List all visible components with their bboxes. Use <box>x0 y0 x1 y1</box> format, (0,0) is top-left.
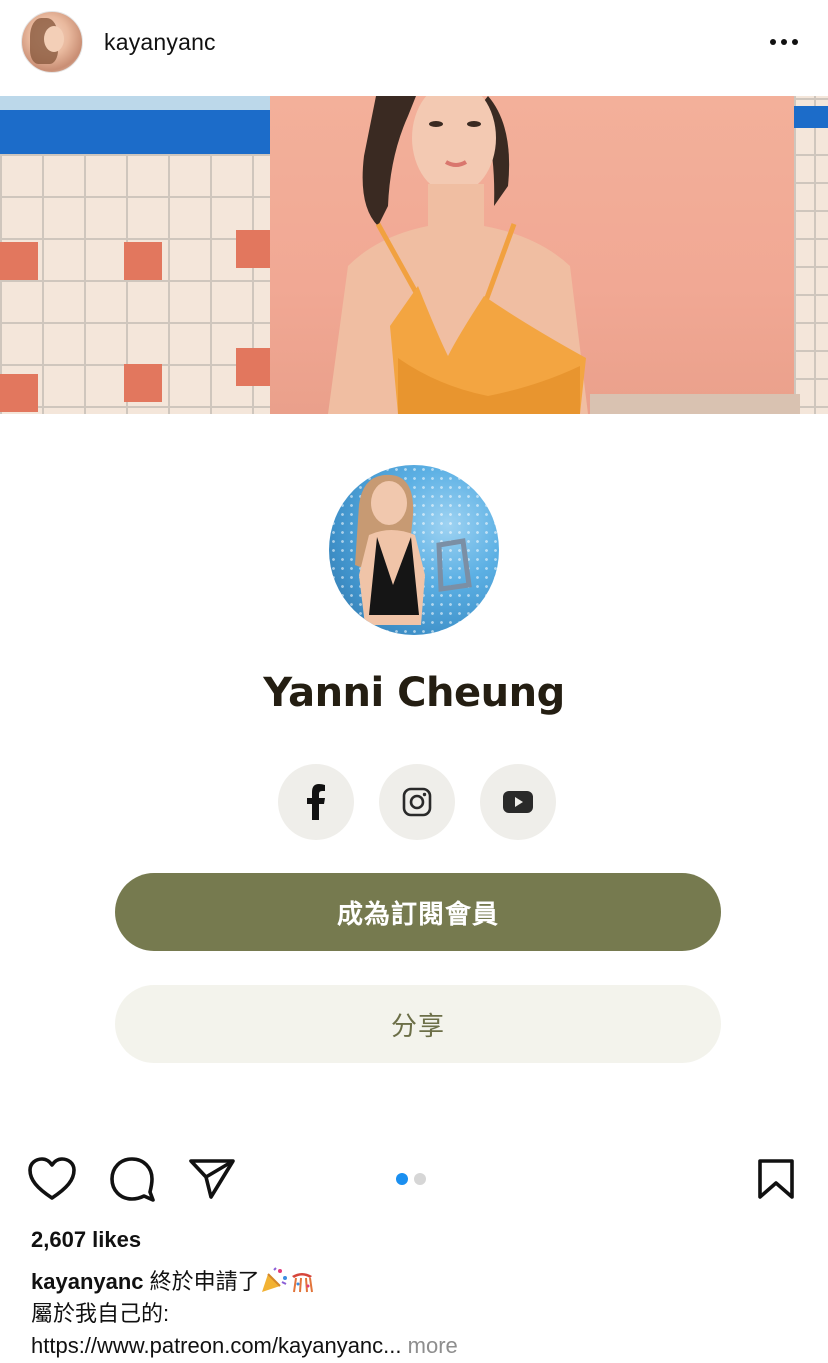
carousel-dot <box>414 1173 426 1185</box>
facebook-button[interactable] <box>278 764 354 840</box>
instagram-button[interactable] <box>379 764 455 840</box>
creator-profile-photo <box>329 465 499 635</box>
youtube-button[interactable] <box>480 764 556 840</box>
youtube-icon <box>503 791 533 813</box>
confetti-ball-emoji <box>291 1273 313 1293</box>
comment-icon[interactable] <box>108 1155 156 1203</box>
post-media[interactable]: Yanni Cheung 成為訂閱會員 分享 <box>0 96 828 1131</box>
carousel-dot-active <box>396 1173 408 1185</box>
more-horizontal-icon[interactable] <box>764 32 804 52</box>
party-popper-emoji <box>261 1267 287 1292</box>
carousel-indicator <box>396 1173 426 1185</box>
caption-line-1: 終於申請了 <box>149 1269 260 1294</box>
heart-icon[interactable] <box>27 1156 77 1202</box>
cover-photo <box>0 96 828 414</box>
send-icon[interactable] <box>188 1157 236 1201</box>
caption-more-link[interactable]: more <box>408 1333 458 1358</box>
facebook-icon <box>307 784 325 820</box>
likes-count[interactable]: 2,607 likes <box>31 1227 141 1253</box>
user-avatar[interactable] <box>21 11 83 73</box>
social-links <box>278 764 558 840</box>
header-username[interactable]: kayanyanc <box>104 29 216 56</box>
post-caption: kayanyanc 終於申請了 屬於我自己的: https://www.patr… <box>31 1266 811 1362</box>
caption-username[interactable]: kayanyanc <box>31 1269 144 1294</box>
instagram-icon <box>402 787 432 817</box>
creator-name: Yanni Cheung <box>263 670 565 716</box>
caption-link[interactable]: https://www.patreon.com/kayanyanc... <box>31 1333 402 1358</box>
bookmark-icon[interactable] <box>757 1158 795 1200</box>
subscribe-button[interactable]: 成為訂閱會員 <box>115 873 721 951</box>
caption-line-2: 屬於我自己的: <box>31 1301 170 1326</box>
share-button[interactable]: 分享 <box>115 985 721 1063</box>
post-header: kayanyanc <box>0 0 828 96</box>
